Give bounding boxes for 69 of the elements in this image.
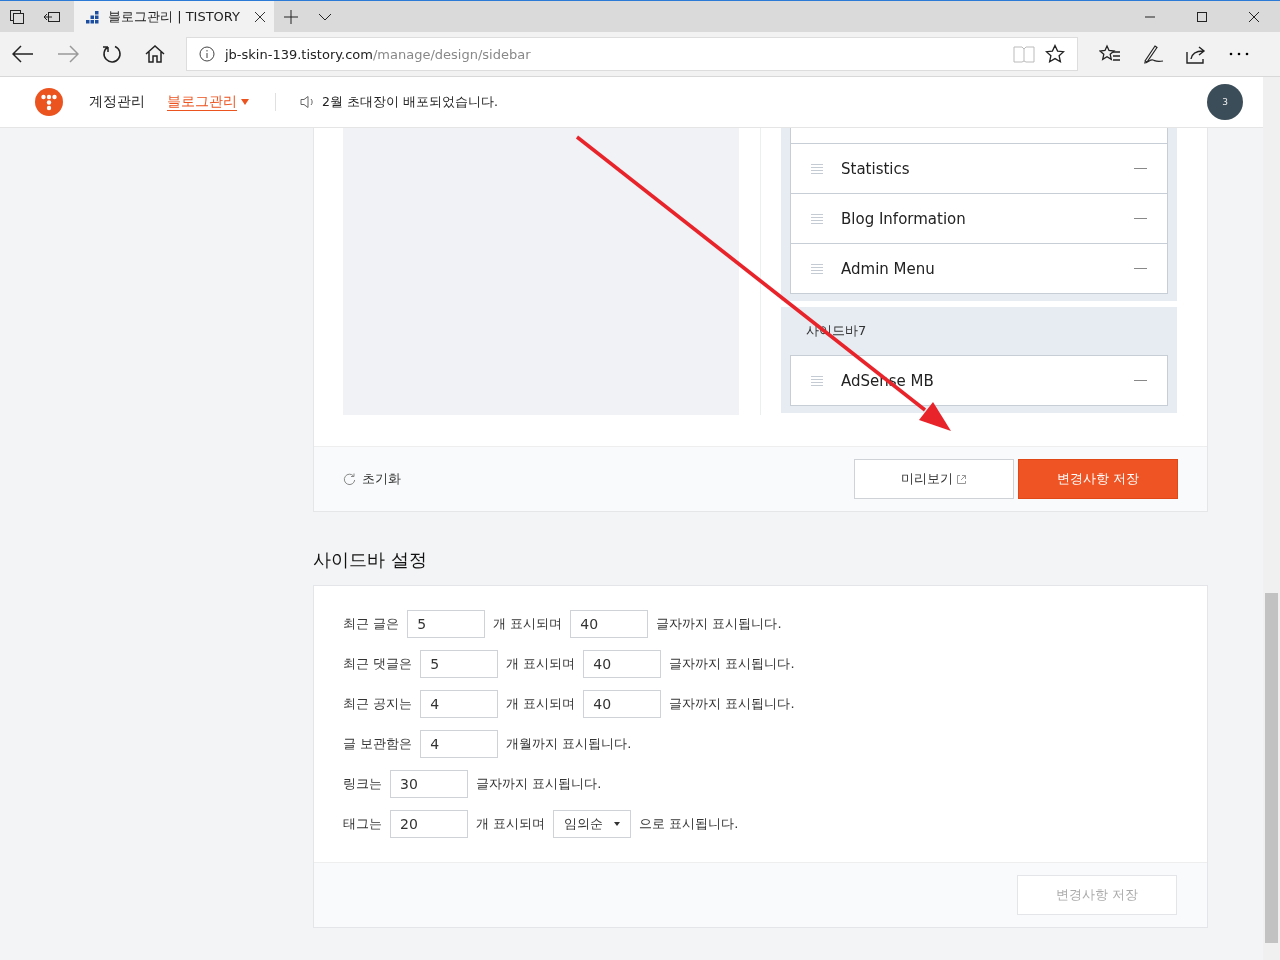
speaker-icon: [300, 95, 316, 109]
setting-label: 개 표시되며: [506, 695, 576, 713]
site-icon: [84, 8, 100, 25]
order-dropdown[interactable]: 임의순: [553, 810, 632, 838]
setting-label: 최근 공지는: [343, 695, 413, 713]
refresh-icon[interactable]: [102, 44, 122, 64]
number-field[interactable]: 4: [420, 690, 499, 718]
tab-sets-icon[interactable]: [9, 8, 25, 25]
save-button[interactable]: 변경사항 저장: [1018, 459, 1178, 499]
close-tab-icon[interactable]: [254, 10, 266, 23]
nav-link[interactable]: 계정관리: [89, 93, 145, 111]
back-icon[interactable]: [12, 45, 34, 63]
number-field[interactable]: 4: [420, 730, 499, 758]
star-icon[interactable]: [1045, 44, 1065, 64]
scrollbar[interactable]: [1263, 77, 1280, 960]
setting-label: 글 보관함은: [343, 735, 413, 753]
setting-label: 태그는: [343, 815, 382, 833]
module-item[interactable]: Admin Menu: [790, 243, 1168, 294]
forward-icon[interactable]: [57, 45, 79, 63]
avatar[interactable]: 3: [1207, 84, 1243, 120]
setting-label: 글자까지 표시됩니다.: [669, 695, 795, 713]
caret-icon[interactable]: [241, 99, 249, 105]
setting-label: 글자까지 표시됩니다.: [669, 655, 795, 673]
tab-aside-icon[interactable]: [43, 9, 61, 24]
info-icon: [199, 46, 215, 62]
close-icon[interactable]: [1248, 10, 1260, 23]
number-field[interactable]: 40: [583, 650, 662, 678]
pen-icon[interactable]: [1142, 44, 1164, 64]
drag-handle-icon[interactable]: [811, 263, 823, 274]
address-field[interactable]: jb-skin-139.tistory.com/manage/design/sidebar: [186, 37, 1078, 71]
number-field[interactable]: 20: [390, 810, 468, 838]
setting-label: 개 표시되며: [506, 655, 576, 673]
number-field[interactable]: 5: [407, 610, 486, 638]
favorites-icon[interactable]: [1099, 44, 1121, 64]
number-field[interactable]: 5: [420, 650, 499, 678]
more-icon[interactable]: [1228, 51, 1250, 57]
refresh-icon: [343, 472, 356, 486]
drag-handle-icon[interactable]: [811, 163, 823, 174]
share-icon[interactable]: [1185, 44, 1207, 64]
external-link-icon: [956, 473, 967, 485]
section-title: 사이드바 설정: [313, 548, 428, 572]
number-field[interactable]: 30: [390, 770, 468, 798]
number-field[interactable]: 40: [570, 610, 649, 638]
caret-icon: [614, 822, 621, 826]
setting-label: 개 표시되며: [493, 615, 563, 633]
setting-label: 개월까지 표시됩니다.: [506, 735, 632, 753]
setting-label: 으로 표시됩니다.: [639, 815, 739, 833]
scrollbar-thumb[interactable]: [1265, 593, 1278, 943]
setting-label: 최근 글은: [343, 615, 400, 633]
number-field[interactable]: 40: [583, 690, 662, 718]
reset-link[interactable]: 초기화: [343, 470, 401, 488]
setting-label: 글자까지 표시됩니다.: [476, 775, 602, 793]
preview-button[interactable]: 미리보기: [854, 459, 1014, 499]
logo-icon[interactable]: [35, 88, 63, 116]
tab-title: 블로그관리 | TISTORY: [108, 7, 240, 26]
nav-link[interactable]: 블로그관리: [167, 93, 237, 111]
browser-tab[interactable]: 블로그관리 | TISTORY: [74, 1, 274, 32]
setting-label: 최근 댓글은: [343, 655, 413, 673]
setting-label: 링크는: [343, 775, 382, 793]
setting-label: 글자까지 표시됩니다.: [656, 615, 782, 633]
module-item[interactable]: Statistics: [790, 143, 1168, 194]
maximize-icon[interactable]: [1196, 10, 1208, 23]
drag-handle-icon[interactable]: [811, 375, 823, 386]
home-icon[interactable]: [145, 45, 165, 63]
module-item[interactable]: Blog Information: [790, 193, 1168, 244]
new-tab-icon[interactable]: [283, 8, 299, 25]
drag-handle-icon[interactable]: [811, 213, 823, 224]
notice-text[interactable]: 2월 초대장이 배포되었습니다.: [322, 93, 498, 111]
setting-label: 개 표시되며: [476, 815, 546, 833]
